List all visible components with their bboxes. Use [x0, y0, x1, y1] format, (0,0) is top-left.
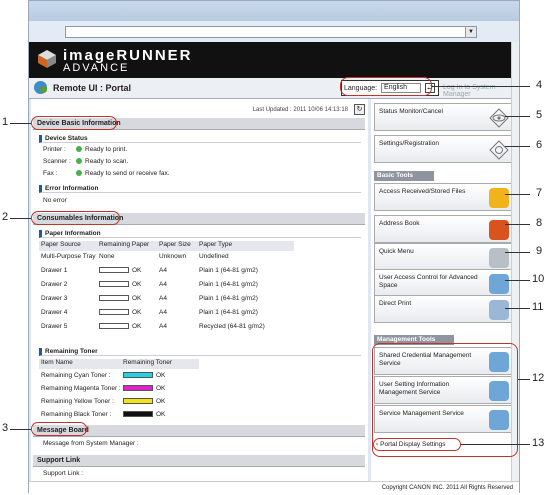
- address-dropdown[interactable]: ▼: [65, 26, 477, 38]
- callout-number: 3: [2, 422, 9, 434]
- refresh-button[interactable]: ↻: [354, 104, 365, 115]
- status-ok-icon: [76, 146, 82, 153]
- chevron-down-icon[interactable]: ▼: [465, 27, 476, 37]
- paper-table-header: Paper Source Remaining Paper Paper Size …: [39, 241, 294, 251]
- callout-line: [10, 429, 31, 430]
- status-label: Scanner :: [43, 158, 71, 165]
- portal-icon: [34, 81, 47, 94]
- address-book-icon: [489, 220, 509, 240]
- callout-number: 13: [532, 437, 545, 449]
- gear-icon: [489, 140, 509, 160]
- scanner-status: Ready to scan.: [85, 158, 129, 165]
- list-item: Remaining Magenta Toner : OK: [41, 385, 166, 392]
- paper-gauge: [99, 295, 129, 302]
- paper-gauge: [99, 309, 129, 316]
- page-title: Remote UI : Portal: [53, 83, 132, 93]
- canon-cube-icon: [38, 50, 56, 68]
- device-status-title: Device Status: [39, 135, 361, 143]
- yellow-toner-swatch: [123, 398, 153, 405]
- callout-line: [432, 86, 530, 87]
- callout-line: [10, 123, 31, 124]
- access-files-button[interactable]: Access Received/Stored Files: [374, 183, 514, 211]
- black-toner-swatch: [123, 411, 153, 418]
- callout-number: 4: [536, 79, 543, 91]
- callout-line: [10, 218, 31, 219]
- table-row: Drawer 4 OK A4 Plain 1 (64-81 g/m2): [41, 309, 258, 316]
- callout-box-1: [31, 116, 117, 130]
- error-info-title: Error Information: [39, 185, 361, 193]
- callout-line: [518, 379, 530, 380]
- table-row: Multi-Purpose Tray None Unknown Undefined: [41, 253, 229, 260]
- paper-gauge: [99, 323, 129, 330]
- list-item: Remaining Black Toner : OK: [41, 411, 166, 418]
- callout-number: 2: [2, 211, 9, 223]
- user-access-button[interactable]: User Access Control for Advanced Space: [374, 269, 514, 297]
- status-label: Fax :: [43, 170, 58, 177]
- portal-titlebar: Remote UI : Portal Language: English ⮐ L…: [29, 78, 519, 99]
- callout-number: 1: [2, 116, 9, 128]
- quick-menu-button[interactable]: Quick Menu: [374, 243, 514, 271]
- basic-tools-heading: Basic Tools: [374, 171, 434, 181]
- direct-print-button[interactable]: Direct Print: [374, 295, 514, 323]
- table-row: Drawer 1 OK A4 Plain 1 (64-81 g/m2): [41, 267, 258, 274]
- callout-number: 12: [532, 372, 545, 384]
- last-updated: Last Updated : 2011 10/06 14:13:18: [252, 107, 348, 113]
- callout-number: 5: [536, 109, 543, 121]
- callout-box-13: [373, 438, 461, 451]
- eye-icon: [489, 108, 509, 128]
- paper-info-title: Paper Information: [39, 230, 361, 238]
- browser-toolbar: [29, 1, 519, 21]
- callout-line: [505, 280, 530, 281]
- status-ok-icon: [76, 170, 82, 177]
- error-value: No error: [43, 197, 67, 204]
- fax-status: Ready to send or receive fax.: [85, 170, 170, 177]
- monitor-icon: [489, 274, 509, 294]
- toner-title: Remaining Toner: [39, 348, 361, 356]
- brand-banner: imageRUNNER ADVANCE: [29, 42, 519, 78]
- table-row: Drawer 3 OK A4 Plain 1 (64-81 g/m2): [41, 295, 258, 302]
- callout-number: 6: [536, 139, 543, 151]
- status-label: Printer :: [43, 146, 66, 153]
- table-row: Drawer 5 OK A4 Recycled (64-81 g/m2): [41, 323, 265, 330]
- address-book-button[interactable]: Address Book: [374, 215, 514, 243]
- magenta-toner-swatch: [123, 385, 153, 392]
- address-bar-area: ▼: [29, 21, 519, 42]
- callout-line: [505, 252, 530, 253]
- status-ok-icon: [76, 158, 82, 165]
- printer-icon: [489, 300, 509, 320]
- table-row: Drawer 2 OK A4 Plain 1 (64-81 g/m2): [41, 281, 258, 288]
- paper-gauge: [99, 281, 129, 288]
- callout-line: [505, 224, 530, 225]
- callout-number: 8: [536, 217, 543, 229]
- callout-line: [505, 194, 530, 195]
- printer-status: Ready to print.: [85, 146, 128, 153]
- callout-box-3: [31, 422, 87, 436]
- support-text: Support Link :: [43, 470, 84, 477]
- list-item: Remaining Yellow Toner : OK: [41, 398, 166, 405]
- callout-line: [461, 444, 530, 445]
- callout-line: [505, 146, 530, 147]
- paper-gauge: [99, 267, 129, 274]
- callout-number: 9: [536, 245, 543, 257]
- callout-box-2: [31, 211, 120, 225]
- callout-line: [505, 116, 530, 117]
- settings-registration-button[interactable]: Settings/Registration: [374, 135, 514, 163]
- callout-number: 10: [532, 273, 545, 285]
- callout-number: 11: [532, 301, 544, 313]
- list-item: Remaining Cyan Toner : OK: [41, 372, 166, 379]
- callout-number: 7: [536, 187, 543, 199]
- folder-icon: [489, 188, 509, 208]
- message-text: Message from System Manager :: [43, 440, 139, 447]
- callout-box-4: [340, 77, 432, 96]
- section-support: Support Link: [33, 455, 365, 467]
- status-monitor-button[interactable]: Status Monitor/Cancel: [374, 103, 514, 131]
- callout-line: [505, 308, 530, 309]
- copyright-footer: Copyright CANON INC. 2011 All Rights Res…: [29, 481, 519, 493]
- quick-menu-icon: [489, 248, 509, 268]
- brand-subname: ADVANCE: [63, 62, 130, 74]
- cyan-toner-swatch: [123, 372, 153, 379]
- toner-table-header: Item Name Remaining Toner: [39, 359, 199, 369]
